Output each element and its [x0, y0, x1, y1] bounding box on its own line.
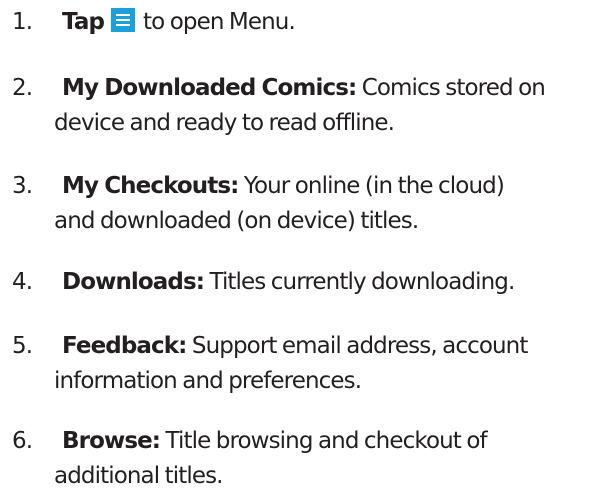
step-description-continued: and downloaded (on device) titles.: [54, 208, 419, 234]
step-term: Downloads:: [62, 269, 205, 295]
step-number: 6.: [12, 428, 33, 454]
step-text: Browse: Title browsing and checkout of: [62, 424, 605, 459]
step-text: Downloads: Titles currently downloading.: [62, 265, 605, 300]
step-term: My Checkouts:: [62, 173, 239, 199]
step-term: Tap: [62, 9, 105, 35]
step-description: Title browsing and checkout of: [165, 428, 488, 454]
step-description: to open Menu.: [143, 9, 296, 35]
step-text: My Downloaded Comics: Comics stored on: [62, 71, 605, 106]
step-term: Feedback:: [62, 333, 187, 359]
step-number: 2.: [12, 75, 33, 101]
step-description: Comics stored on: [361, 75, 546, 101]
step-text: Feedback: Support email address, account: [62, 329, 605, 364]
step-description: Your online (in the cloud): [243, 173, 505, 199]
step-number: 3.: [12, 173, 33, 199]
step-description: Titles currently downloading.: [209, 269, 516, 295]
step-term: Browse:: [62, 428, 161, 454]
step-description-continued: additional titles.: [54, 463, 224, 489]
step-description-continued: information and preferences.: [54, 368, 362, 394]
step-description: Support email address, account: [191, 333, 528, 359]
step-text: Tap to open Menu.: [62, 5, 605, 40]
step-number: 5.: [12, 333, 33, 359]
step-text: My Checkouts: Your online (in the cloud): [62, 169, 605, 204]
step-term: My Downloaded Comics:: [62, 75, 357, 101]
step-description-continued: device and ready to read offline.: [54, 110, 395, 136]
step-number: 4.: [12, 269, 33, 295]
step-number: 1.: [12, 9, 33, 35]
menu-icon: [111, 8, 136, 32]
